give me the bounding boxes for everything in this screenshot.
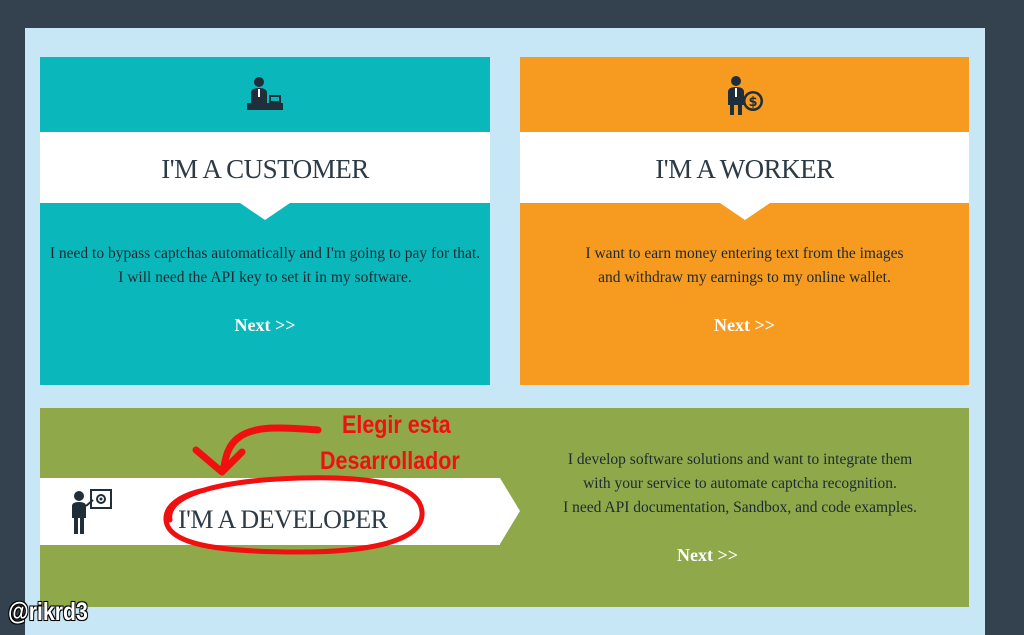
annotation-text-line2: Desarrollador bbox=[320, 447, 460, 475]
worker-description: I want to earn money entering text from … bbox=[520, 242, 969, 290]
customer-desc-line: I need to bypass captchas automatically … bbox=[49, 245, 481, 262]
developer-description: I develop software solutions and want to… bbox=[520, 448, 960, 520]
svg-text:$: $ bbox=[748, 95, 757, 110]
developer-desc-line: with your service to automate captcha re… bbox=[583, 475, 897, 492]
worker-title: I'M A WORKER bbox=[655, 154, 834, 184]
worker-next-link[interactable]: Next >> bbox=[520, 315, 969, 336]
customer-title-band: I'M A CUSTOMER bbox=[40, 132, 490, 220]
developer-title: I'M A DEVELOPER bbox=[178, 505, 388, 534]
worker-title-band: I'M A WORKER bbox=[520, 132, 969, 220]
developer-card[interactable]: I'M A DEVELOPER I develop software solut… bbox=[40, 408, 969, 607]
watermark: @rikrd3 bbox=[8, 598, 88, 626]
customer-notch bbox=[240, 203, 290, 220]
customer-desc-line: I will need the API key to set it in my … bbox=[118, 269, 412, 286]
worker-desc-line: and withdraw my earnings to my online wa… bbox=[598, 269, 891, 286]
developer-presentation-icon bbox=[72, 489, 112, 534]
worker-notch bbox=[719, 203, 770, 220]
customer-title: I'M A CUSTOMER bbox=[161, 154, 369, 184]
developer-next-link[interactable]: Next >> bbox=[520, 545, 895, 566]
customer-desk-icon bbox=[247, 77, 283, 110]
developer-desc-line: I develop software solutions and want to… bbox=[567, 451, 913, 468]
worker-money-icon: $ bbox=[727, 76, 763, 115]
annotation-text-line1: Elegir esta bbox=[342, 411, 451, 439]
worker-desc-line: I want to earn money entering text from … bbox=[585, 245, 904, 262]
worker-card[interactable]: $ I'M A WORKER I want to earn money ente… bbox=[520, 57, 969, 385]
customer-card[interactable]: I'M A CUSTOMER I need to bypass captchas… bbox=[40, 57, 490, 385]
developer-desc-line: I need API documentation, Sandbox, and c… bbox=[563, 499, 917, 516]
customer-next-link[interactable]: Next >> bbox=[40, 315, 490, 336]
customer-description: I need to bypass captchas automatically … bbox=[40, 242, 490, 290]
